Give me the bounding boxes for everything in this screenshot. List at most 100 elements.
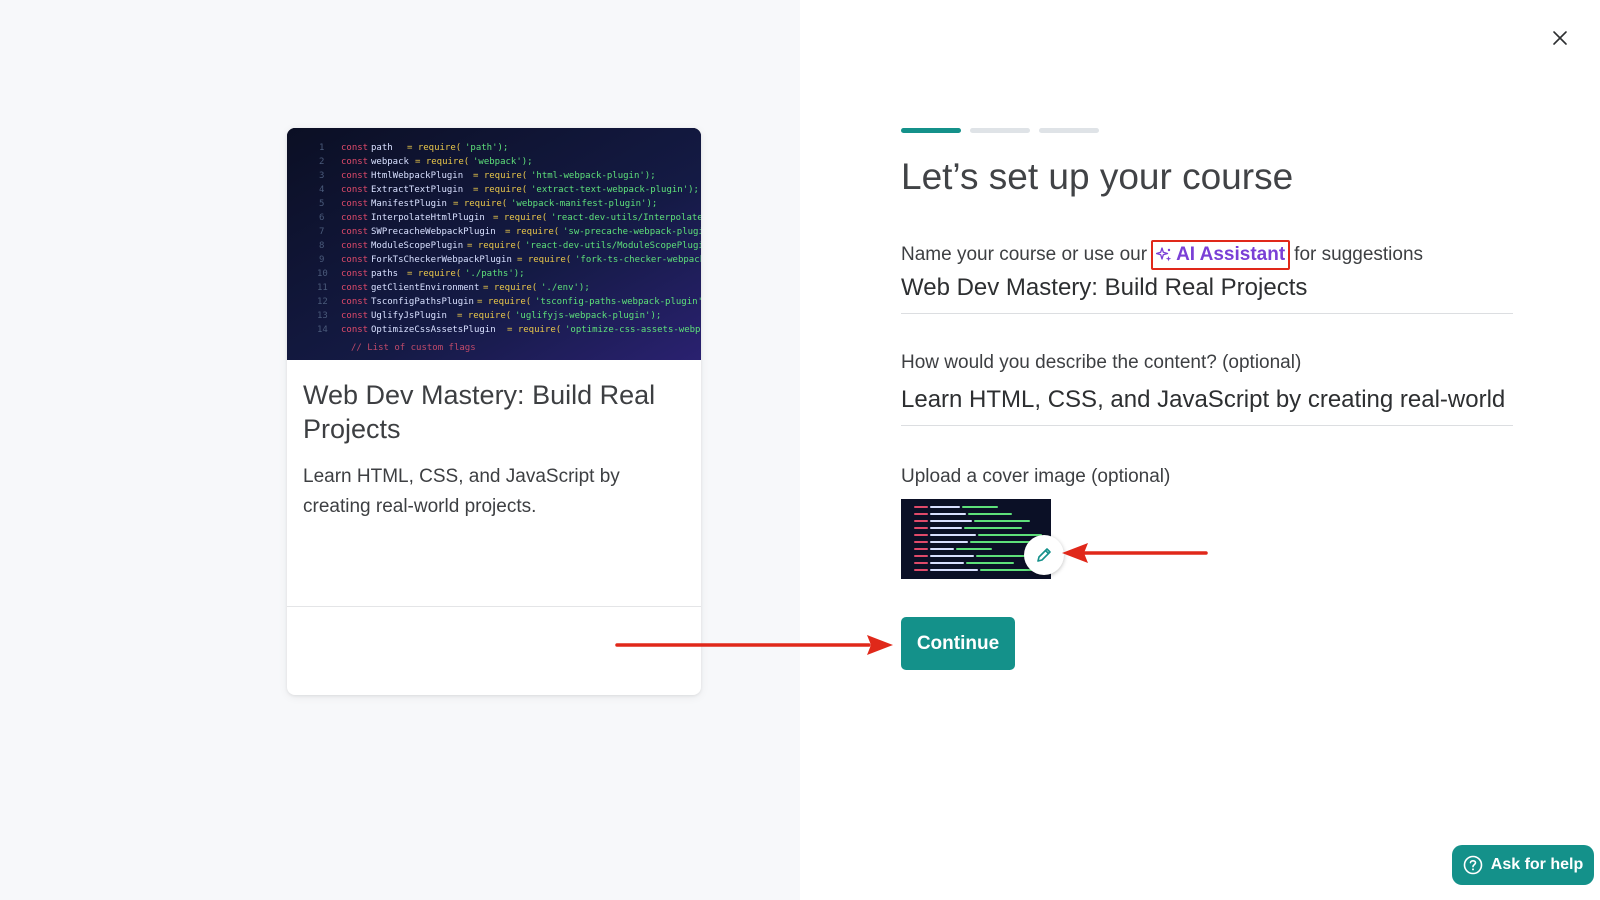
card-divider xyxy=(287,606,701,607)
svg-text:'./env');: './env'); xyxy=(541,283,590,293)
svg-text:= require(: = require( xyxy=(505,227,559,237)
svg-text:= require(: = require( xyxy=(457,311,511,321)
svg-text:'react-dev-utils/ModuleScopePl: 'react-dev-utils/ModuleScopePlugin xyxy=(525,241,701,251)
svg-text:= require(: = require( xyxy=(415,157,469,167)
svg-text:'webpack-manifest-plugin');: 'webpack-manifest-plugin'); xyxy=(511,199,657,209)
svg-text:const: const xyxy=(341,283,368,293)
course-preview-card: 1 2 3 4 5 6 7 8 9 10 11 12 13 14 const const const const… xyxy=(287,128,701,695)
svg-text:OptimizeCssAssetsPlugin: OptimizeCssAssetsPlugin xyxy=(371,325,496,335)
svg-text:= require(: = require( xyxy=(467,241,521,251)
svg-text:1: 1 xyxy=(319,143,324,153)
course-name-label: Name your course or use our AI Assistant… xyxy=(901,240,1423,270)
svg-text:= require(: = require( xyxy=(407,269,461,279)
svg-text:'fork-ts-checker-webpack: 'fork-ts-checker-webpack xyxy=(575,255,701,265)
svg-text:const: const xyxy=(341,157,368,167)
svg-text:2: 2 xyxy=(319,157,324,167)
svg-text:14: 14 xyxy=(317,325,328,335)
course-name-input[interactable] xyxy=(901,268,1513,308)
ai-assistant-label: AI Assistant xyxy=(1176,244,1286,265)
svg-text:10: 10 xyxy=(317,269,328,279)
svg-text:'./paths');: './paths'); xyxy=(465,269,525,279)
preview-course-description: Learn HTML, CSS, and JavaScript by creat… xyxy=(303,466,620,517)
svg-text:'uglifyjs-webpack-plugin');: 'uglifyjs-webpack-plugin'); xyxy=(515,311,661,321)
svg-text:6: 6 xyxy=(319,213,324,223)
course-name-label-prefix: Name your course or use our xyxy=(901,244,1148,265)
svg-text:const: const xyxy=(341,199,368,209)
svg-text:'react-dev-utils/InterpolateHt: 'react-dev-utils/InterpolateHtml xyxy=(551,213,701,223)
svg-text:= require(: = require( xyxy=(493,213,547,223)
svg-text:= require(: = require( xyxy=(517,255,571,265)
svg-text:'tsconfig-paths-webpack-plugin: 'tsconfig-paths-webpack-plugin'); xyxy=(535,297,701,307)
ai-assistant-link[interactable]: AI Assistant xyxy=(1151,240,1291,270)
svg-text:const: const xyxy=(341,241,368,251)
course-name-field-wrapper xyxy=(901,268,1513,314)
course-name-label-suffix: for suggestions xyxy=(1294,244,1424,265)
description-label: How would you describe the content? (opt… xyxy=(901,352,1302,373)
preview-course-title: Web Dev Mastery: Build Real Projects xyxy=(303,380,656,444)
svg-text:= require(: = require( xyxy=(473,185,527,195)
svg-text:ModuleScopePlugin: ModuleScopePlugin xyxy=(371,241,463,251)
svg-text:const: const xyxy=(341,143,368,153)
edit-cover-button[interactable] xyxy=(1024,535,1064,575)
svg-text:const: const xyxy=(341,213,368,223)
svg-text:const: const xyxy=(341,297,368,307)
svg-text:const: const xyxy=(341,255,368,265)
sparkle-icon xyxy=(1156,247,1172,262)
svg-text:= require(: = require( xyxy=(453,199,507,209)
svg-text:'optimize-css-assets-webpack: 'optimize-css-assets-webpack xyxy=(565,325,701,335)
svg-text:const: const xyxy=(341,325,368,335)
svg-text:= require(: = require( xyxy=(483,283,537,293)
progress-step-3 xyxy=(1039,128,1099,133)
progress-step-2 xyxy=(970,128,1030,133)
svg-text:// List of custom flags: // List of custom flags xyxy=(351,343,476,353)
svg-text:getClientEnvironment: getClientEnvironment xyxy=(371,283,479,293)
svg-text:InterpolateHtmlPlugin: InterpolateHtmlPlugin xyxy=(371,213,485,223)
svg-text:ExtractTextPlugin: ExtractTextPlugin xyxy=(371,185,463,195)
description-input[interactable] xyxy=(901,380,1513,420)
progress-step-1 xyxy=(901,128,961,133)
svg-text:const: const xyxy=(341,311,368,321)
cover-image-label: Upload a cover image (optional) xyxy=(901,466,1171,487)
svg-text:= require(: = require( xyxy=(507,325,561,335)
description-field-wrapper xyxy=(901,380,1513,426)
svg-text:'path');: 'path'); xyxy=(465,143,508,153)
step-progress xyxy=(901,128,1099,133)
svg-text:'sw-precache-webpack-plugin');: 'sw-precache-webpack-plugin'); xyxy=(563,227,701,237)
svg-text:= require(: = require( xyxy=(473,171,527,181)
course-cover-image: 1 2 3 4 5 6 7 8 9 10 11 12 13 14 const const const const… xyxy=(287,128,701,360)
svg-text:'webpack');: 'webpack'); xyxy=(473,157,533,167)
svg-text:13: 13 xyxy=(317,311,328,321)
close-icon xyxy=(1553,31,1567,45)
svg-text:TsconfigPathsPlugin: TsconfigPathsPlugin xyxy=(371,297,474,307)
svg-text:const: const xyxy=(341,269,368,279)
svg-text:paths: paths xyxy=(371,269,398,279)
svg-text:SWPrecacheWebpackPlugin: SWPrecacheWebpackPlugin xyxy=(371,227,496,237)
svg-text:3: 3 xyxy=(319,171,324,181)
svg-text:const: const xyxy=(341,227,368,237)
svg-text:= require(: = require( xyxy=(477,297,531,307)
continue-button[interactable]: Continue xyxy=(901,617,1015,670)
svg-text:= require(: = require( xyxy=(407,143,461,153)
preview-pane: 1 2 3 4 5 6 7 8 9 10 11 12 13 14 const const const const… xyxy=(0,0,800,900)
ask-for-help-label: Ask for help xyxy=(1490,856,1584,873)
svg-text:'extract-text-webpack-plugin'): 'extract-text-webpack-plugin'); xyxy=(531,185,699,195)
pencil-icon xyxy=(1037,548,1051,562)
svg-text:HtmlWebpackPlugin: HtmlWebpackPlugin xyxy=(371,171,463,181)
svg-text:7: 7 xyxy=(319,227,324,237)
svg-text:ManifestPlugin: ManifestPlugin xyxy=(371,199,447,209)
svg-text:webpack: webpack xyxy=(371,157,410,167)
svg-text:path: path xyxy=(371,143,393,153)
svg-text:9: 9 xyxy=(319,255,324,265)
close-button[interactable] xyxy=(1548,26,1572,50)
svg-text:UglifyJsPlugin: UglifyJsPlugin xyxy=(371,311,447,321)
svg-text:const: const xyxy=(341,185,368,195)
ask-for-help-button[interactable]: Ask for help xyxy=(1452,845,1594,885)
svg-text:4: 4 xyxy=(319,185,324,195)
svg-text:11: 11 xyxy=(317,283,328,293)
svg-text:12: 12 xyxy=(317,297,328,307)
svg-text:5: 5 xyxy=(319,199,324,209)
svg-text:'html-webpack-plugin');: 'html-webpack-plugin'); xyxy=(531,171,656,181)
course-setup-form: Let’s set up your course Name your cours… xyxy=(800,0,1600,900)
svg-text:const: const xyxy=(341,171,368,181)
page-title: Let’s set up your course xyxy=(901,156,1294,197)
